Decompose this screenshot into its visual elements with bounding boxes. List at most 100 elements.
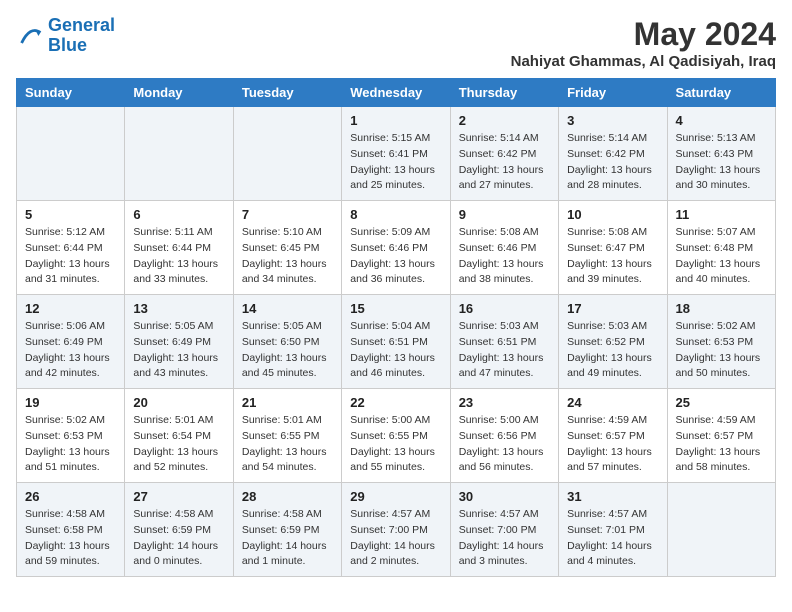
calendar-cell: 9Sunrise: 5:08 AMSunset: 6:46 PMDaylight… [450, 201, 558, 295]
day-info: Sunrise: 4:57 AMSunset: 7:00 PMDaylight:… [459, 507, 550, 570]
day-info: Sunrise: 5:02 AMSunset: 6:53 PMDaylight:… [676, 319, 767, 382]
day-info: Sunrise: 5:11 AMSunset: 6:44 PMDaylight:… [133, 225, 224, 288]
day-info: Sunrise: 4:57 AMSunset: 7:00 PMDaylight:… [350, 507, 441, 570]
calendar-cell: 22 Sunrise: 5:00 AMSunset: 6:55 PMDayligh… [342, 389, 450, 483]
calendar-cell: 3 Sunrise: 5:14 AMSunset: 6:42 PMDaylight… [559, 107, 667, 201]
calendar-cell: 8 Sunrise: 5:09 AMSunset: 6:46 PMDaylight… [342, 201, 450, 295]
day-info: Sunrise: 4:58 AMSunset: 6:58 PMDaylight:… [25, 507, 116, 570]
logo-line1: General [48, 15, 115, 35]
calendar-cell: 21 Sunrise: 5:01 AMSunset: 6:55 PMDayligh… [233, 389, 341, 483]
calendar-cell [17, 107, 125, 201]
location: Nahiyat Ghammas, Al Qadisiyah, Iraq [511, 53, 776, 70]
day-number: 31 [567, 489, 658, 504]
week-row-1: 5Sunrise: 5:12 AMSunset: 6:44 PMDaylight… [17, 201, 776, 295]
calendar-cell [667, 483, 775, 577]
calendar-cell: 5Sunrise: 5:12 AMSunset: 6:44 PMDaylight… [17, 201, 125, 295]
day-number: 8 [350, 207, 441, 222]
day-info: Sunrise: 5:14 AMSunset: 6:42 PMDaylight:… [459, 131, 550, 194]
calendar-cell [125, 107, 233, 201]
day-info: Sunrise: 5:01 AMSunset: 6:54 PMDaylight:… [133, 413, 224, 476]
day-number: 26 [25, 489, 116, 504]
day-number: 3 [567, 113, 658, 128]
day-number: 12 [25, 301, 116, 316]
calendar-cell: 31 Sunrise: 4:57 AMSunset: 7:01 PMDayligh… [559, 483, 667, 577]
header-monday: Monday [125, 79, 233, 107]
calendar-cell: 2 Sunrise: 5:14 AMSunset: 6:42 PMDaylight… [450, 107, 558, 201]
logo-icon [16, 22, 44, 50]
day-number: 4 [676, 113, 767, 128]
header-thursday: Thursday [450, 79, 558, 107]
day-info: Sunrise: 4:59 AMSunset: 6:57 PMDaylight:… [676, 413, 767, 476]
calendar-cell: 20 Sunrise: 5:01 AMSunset: 6:54 PMDayligh… [125, 389, 233, 483]
calendar-cell: 10Sunrise: 5:08 AMSunset: 6:47 PMDayligh… [559, 201, 667, 295]
day-info: Sunrise: 5:00 AMSunset: 6:55 PMDaylight:… [350, 413, 441, 476]
calendar-cell: 23 Sunrise: 5:00 AMSunset: 6:56 PMDayligh… [450, 389, 558, 483]
calendar-cell: 1Sunrise: 5:15 AMSunset: 6:41 PMDaylight… [342, 107, 450, 201]
day-number: 23 [459, 395, 550, 410]
day-info: Sunrise: 4:59 AMSunset: 6:57 PMDaylight:… [567, 413, 658, 476]
day-number: 22 [350, 395, 441, 410]
day-info: Sunrise: 5:03 AMSunset: 6:52 PMDaylight:… [567, 319, 658, 382]
day-number: 21 [242, 395, 333, 410]
day-info: Sunrise: 5:05 AMSunset: 6:50 PMDaylight:… [242, 319, 333, 382]
header-friday: Friday [559, 79, 667, 107]
calendar-table: SundayMondayTuesdayWednesdayThursdayFrid… [16, 78, 776, 577]
day-info: Sunrise: 5:15 AMSunset: 6:41 PMDaylight:… [350, 131, 441, 194]
day-number: 5 [25, 207, 116, 222]
day-info: Sunrise: 5:04 AMSunset: 6:51 PMDaylight:… [350, 319, 441, 382]
calendar-cell: 25Sunrise: 4:59 AMSunset: 6:57 PMDayligh… [667, 389, 775, 483]
day-info: Sunrise: 5:02 AMSunset: 6:53 PMDaylight:… [25, 413, 116, 476]
day-number: 30 [459, 489, 550, 504]
calendar-cell: 27 Sunrise: 4:58 AMSunset: 6:59 PMDayligh… [125, 483, 233, 577]
calendar-cell: 19Sunrise: 5:02 AMSunset: 6:53 PMDayligh… [17, 389, 125, 483]
day-number: 7 [242, 207, 333, 222]
day-number: 10 [567, 207, 658, 222]
calendar-cell: 29 Sunrise: 4:57 AMSunset: 7:00 PMDayligh… [342, 483, 450, 577]
day-number: 27 [133, 489, 224, 504]
month-year: May 2024 [511, 16, 776, 53]
day-number: 13 [133, 301, 224, 316]
logo-line2: Blue [48, 35, 87, 55]
calendar-cell: 18 Sunrise: 5:02 AMSunset: 6:53 PMDayligh… [667, 295, 775, 389]
day-info: Sunrise: 5:06 AMSunset: 6:49 PMDaylight:… [25, 319, 116, 382]
calendar-cell: 15 Sunrise: 5:04 AMSunset: 6:51 PMDayligh… [342, 295, 450, 389]
day-number: 24 [567, 395, 658, 410]
day-info: Sunrise: 4:57 AMSunset: 7:01 PMDaylight:… [567, 507, 658, 570]
day-number: 16 [459, 301, 550, 316]
week-row-0: 1Sunrise: 5:15 AMSunset: 6:41 PMDaylight… [17, 107, 776, 201]
header-saturday: Saturday [667, 79, 775, 107]
day-info: Sunrise: 4:58 AMSunset: 6:59 PMDaylight:… [133, 507, 224, 570]
day-info: Sunrise: 5:00 AMSunset: 6:56 PMDaylight:… [459, 413, 550, 476]
calendar-cell: 17Sunrise: 5:03 AMSunset: 6:52 PMDayligh… [559, 295, 667, 389]
day-number: 15 [350, 301, 441, 316]
calendar-cell: 6Sunrise: 5:11 AMSunset: 6:44 PMDaylight… [125, 201, 233, 295]
day-number: 18 [676, 301, 767, 316]
day-info: Sunrise: 5:01 AMSunset: 6:55 PMDaylight:… [242, 413, 333, 476]
day-number: 2 [459, 113, 550, 128]
header-row: SundayMondayTuesdayWednesdayThursdayFrid… [17, 79, 776, 107]
calendar-cell: 30 Sunrise: 4:57 AMSunset: 7:00 PMDayligh… [450, 483, 558, 577]
calendar-cell: 24 Sunrise: 4:59 AMSunset: 6:57 PMDayligh… [559, 389, 667, 483]
day-number: 20 [133, 395, 224, 410]
header-tuesday: Tuesday [233, 79, 341, 107]
day-info: Sunrise: 5:05 AMSunset: 6:49 PMDaylight:… [133, 319, 224, 382]
day-info: Sunrise: 5:13 AMSunset: 6:43 PMDaylight:… [676, 131, 767, 194]
day-info: Sunrise: 5:07 AMSunset: 6:48 PMDaylight:… [676, 225, 767, 288]
week-row-3: 19Sunrise: 5:02 AMSunset: 6:53 PMDayligh… [17, 389, 776, 483]
calendar-cell: 16 Sunrise: 5:03 AMSunset: 6:51 PMDayligh… [450, 295, 558, 389]
day-number: 29 [350, 489, 441, 504]
calendar-cell: 14Sunrise: 5:05 AMSunset: 6:50 PMDayligh… [233, 295, 341, 389]
day-info: Sunrise: 5:14 AMSunset: 6:42 PMDaylight:… [567, 131, 658, 194]
logo: General Blue [16, 16, 115, 56]
header-wednesday: Wednesday [342, 79, 450, 107]
calendar-cell [233, 107, 341, 201]
day-info: Sunrise: 4:58 AMSunset: 6:59 PMDaylight:… [242, 507, 333, 570]
week-row-2: 12 Sunrise: 5:06 AMSunset: 6:49 PMDayligh… [17, 295, 776, 389]
calendar-cell: 13 Sunrise: 5:05 AMSunset: 6:49 PMDayligh… [125, 295, 233, 389]
day-info: Sunrise: 5:03 AMSunset: 6:51 PMDaylight:… [459, 319, 550, 382]
day-info: Sunrise: 5:10 AMSunset: 6:45 PMDaylight:… [242, 225, 333, 288]
calendar-cell: 4 Sunrise: 5:13 AMSunset: 6:43 PMDaylight… [667, 107, 775, 201]
page-header: General Blue May 2024 Nahiyat Ghammas, A… [16, 16, 776, 70]
day-number: 11 [676, 207, 767, 222]
day-info: Sunrise: 5:09 AMSunset: 6:46 PMDaylight:… [350, 225, 441, 288]
